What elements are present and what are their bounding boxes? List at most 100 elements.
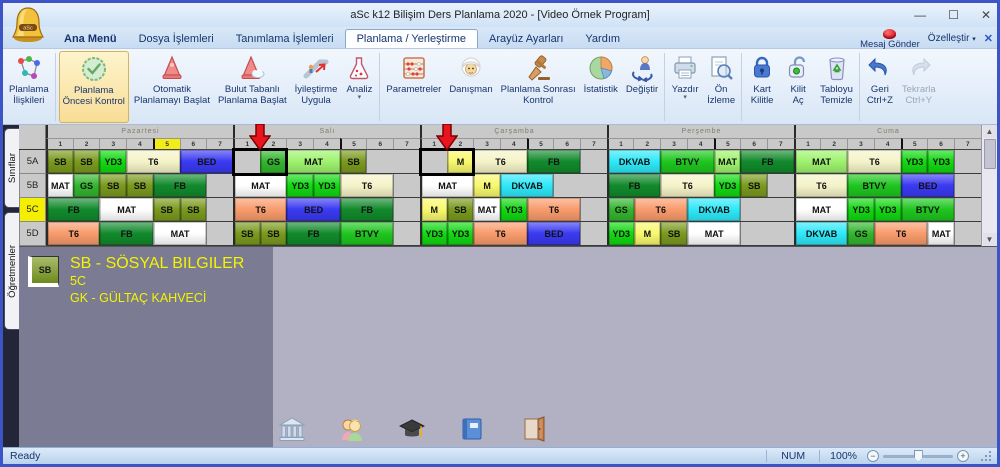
row-label-5A[interactable]: 5A: [19, 150, 46, 174]
ribbon-button-unlock[interactable]: Kilit Aç: [781, 51, 815, 123]
empty-slot[interactable]: [366, 150, 420, 173]
scroll-up-icon[interactable]: ▲: [982, 125, 997, 138]
lesson-card-MAT[interactable]: MAT: [927, 222, 955, 245]
empty-slot[interactable]: [393, 222, 420, 245]
lesson-card-T6[interactable]: T6: [526, 198, 581, 221]
lesson-card-YD3[interactable]: YD3: [713, 174, 741, 197]
lesson-card-SB[interactable]: SB: [660, 222, 687, 245]
empty-slot[interactable]: [580, 222, 607, 245]
scroll-down-icon[interactable]: ▼: [982, 233, 997, 246]
lesson-card-MAT[interactable]: MAT: [232, 174, 287, 197]
lesson-card-GS[interactable]: GS: [847, 222, 874, 245]
lesson-card-YD3[interactable]: YD3: [446, 222, 474, 245]
empty-slot[interactable]: [206, 198, 233, 221]
side-tab-teachers[interactable]: Öğretmenler: [4, 212, 19, 330]
empty-slot[interactable]: [580, 150, 607, 173]
zoom-slider[interactable]: [883, 449, 953, 462]
ribbon-button-lock[interactable]: Kart Kilitle: [745, 51, 779, 123]
lesson-card-T6[interactable]: T6: [633, 198, 687, 221]
lesson-card-GS[interactable]: GS: [606, 198, 634, 221]
lesson-card-DKVAB[interactable]: DKVAB: [686, 198, 741, 221]
lesson-card-YD3[interactable]: YD3: [927, 150, 955, 173]
ribbon-button-escalator[interactable]: İyileştirme Uygula: [292, 51, 341, 123]
lesson-card-FB[interactable]: FB: [740, 150, 794, 173]
row-label-5D[interactable]: 5D: [19, 222, 46, 246]
empty-slot[interactable]: [767, 174, 794, 197]
empty-slot[interactable]: [393, 198, 420, 221]
lesson-card-GS[interactable]: GS: [259, 150, 287, 173]
zoom-slider-thumb[interactable]: [913, 449, 923, 462]
ribbon-button-gavel[interactable]: Planlama Sonrası Kontrol: [498, 51, 579, 123]
ribbon-button-abacus[interactable]: Parametreler: [383, 51, 444, 123]
lesson-card-MAT[interactable]: MAT: [713, 150, 741, 173]
empty-slot[interactable]: [206, 222, 233, 245]
ribbon-button-flask[interactable]: Analiz ▾: [342, 51, 376, 123]
lesson-card-FB[interactable]: FB: [46, 198, 100, 221]
lesson-card-BTVY[interactable]: BTVY: [847, 174, 901, 197]
lesson-card-SB[interactable]: SB: [126, 174, 153, 197]
empty-slot[interactable]: [393, 174, 420, 197]
resize-grip[interactable]: [981, 451, 991, 461]
menu-tab-0[interactable]: Ana Menü: [53, 30, 128, 48]
ribbon-button-check-seal[interactable]: Planlama Öncesi Kontrol: [58, 51, 129, 123]
ribbon-button-cone-cloud[interactable]: Bulut Tabanlı Planlama Başlat: [215, 51, 290, 123]
lesson-card-T6[interactable]: T6: [873, 222, 928, 245]
lesson-card-BTVY[interactable]: BTVY: [660, 150, 714, 173]
empty-slot[interactable]: [232, 150, 260, 173]
lesson-card-FB[interactable]: FB: [339, 198, 394, 221]
ribbon-button-advisor[interactable]: Danışman: [446, 51, 495, 123]
lesson-card-T6[interactable]: T6: [473, 222, 527, 245]
lesson-card-SB[interactable]: SB: [99, 174, 127, 197]
empty-slot[interactable]: [954, 198, 981, 221]
empty-slot[interactable]: [419, 150, 447, 173]
ribbon-button-swap[interactable]: Değiştir: [623, 51, 661, 123]
lesson-card-T6[interactable]: T6: [793, 174, 848, 197]
row-label-5B[interactable]: 5B: [19, 174, 46, 198]
ribbon-button-molecule[interactable]: Planlama İlişkileri: [6, 51, 52, 123]
lesson-card-T6[interactable]: T6: [232, 198, 287, 221]
minimize-button[interactable]: —: [914, 8, 926, 22]
lesson-card-T6[interactable]: T6: [126, 150, 180, 173]
lesson-card-DKVAB[interactable]: DKVAB: [793, 222, 848, 245]
lesson-card-MAT[interactable]: MAT: [286, 150, 340, 173]
vertical-scrollbar[interactable]: ▲ ▼: [981, 125, 997, 246]
lesson-card-SB[interactable]: SB: [179, 198, 207, 221]
ribbon-button-cone[interactable]: Otomatik Planlamayı Başlat: [131, 51, 213, 123]
lesson-card-SB[interactable]: SB: [259, 222, 287, 245]
ribbon-button-trash[interactable]: Tabloyu Temizle: [817, 51, 856, 123]
lesson-card-SB[interactable]: SB: [740, 174, 768, 197]
lesson-card-SB[interactable]: SB: [152, 198, 180, 221]
lesson-card-T6[interactable]: T6: [46, 222, 100, 245]
lesson-card-BED[interactable]: BED: [526, 222, 581, 245]
lesson-card-FB[interactable]: FB: [286, 222, 340, 245]
lesson-card-MAT[interactable]: MAT: [793, 198, 848, 221]
empty-slot[interactable]: [954, 150, 981, 173]
ribbon-button-pie[interactable]: İstatistik: [581, 51, 621, 123]
lesson-card-BED[interactable]: BED: [179, 150, 233, 173]
lesson-card-MAT[interactable]: MAT: [793, 150, 848, 173]
lesson-card-BTVY[interactable]: BTVY: [339, 222, 394, 245]
lesson-card-BTVY[interactable]: BTVY: [900, 198, 955, 221]
lesson-card-YD3[interactable]: YD3: [606, 222, 634, 245]
lesson-card-YD3[interactable]: YD3: [873, 198, 901, 221]
lesson-card-M[interactable]: M: [419, 198, 447, 221]
lesson-card-M[interactable]: M: [473, 174, 501, 197]
lesson-card-MAT[interactable]: MAT: [152, 222, 207, 245]
lesson-card-YD3[interactable]: YD3: [313, 174, 340, 197]
lesson-card-YD3[interactable]: YD3: [99, 150, 127, 173]
menu-tab-1[interactable]: Dosya İşlemleri: [128, 30, 225, 48]
lesson-card-T6[interactable]: T6: [847, 150, 901, 173]
lesson-card-SB[interactable]: SB: [446, 198, 474, 221]
ribbon-button-preview[interactable]: Ön İzleme: [704, 51, 738, 123]
lesson-card-FB[interactable]: FB: [152, 174, 207, 197]
close-button[interactable]: ✕: [981, 8, 991, 22]
zoom-in-button[interactable]: +: [957, 450, 969, 462]
lesson-card-M[interactable]: M: [633, 222, 661, 245]
ribbon-button-undo[interactable]: Geri Ctrl+Z: [863, 51, 897, 123]
row-label-5C[interactable]: 5C: [19, 198, 46, 222]
lesson-card-DKVAB[interactable]: DKVAB: [606, 150, 661, 173]
lesson-card-MAT[interactable]: MAT: [686, 222, 741, 245]
lesson-card-MAT[interactable]: MAT: [99, 198, 153, 221]
empty-slot[interactable]: [740, 198, 794, 221]
close-document-button[interactable]: ✕: [984, 32, 993, 45]
